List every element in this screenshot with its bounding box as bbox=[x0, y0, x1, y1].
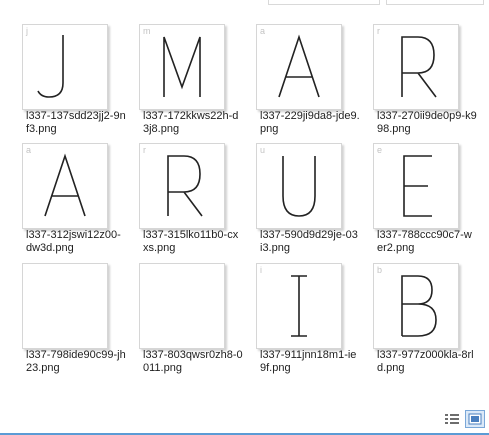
letter-glyph-image bbox=[291, 275, 307, 337]
file-item[interactable]: r l337-270ii9de0p9-k998.png bbox=[367, 22, 483, 140]
file-thumbnail[interactable]: r bbox=[139, 143, 225, 229]
file-thumbnail[interactable]: e bbox=[373, 143, 459, 229]
file-thumbnail[interactable]: r bbox=[373, 24, 459, 110]
file-item[interactable]: m l337-172kkws22h-d3j8.png bbox=[133, 22, 249, 140]
file-name-label: l337-270ii9de0p9-k998.png bbox=[377, 110, 477, 135]
file-name-label: l337-137sdd23jj2-9nf3.png bbox=[26, 110, 126, 135]
letter-glyph-image bbox=[167, 155, 203, 217]
file-item[interactable]: a l337-312jswi12z00-dw3d.png bbox=[16, 141, 132, 259]
file-thumbnail[interactable]: b bbox=[373, 263, 459, 349]
letter-glyph-image bbox=[37, 35, 64, 98]
file-thumbnail[interactable]: u bbox=[256, 143, 342, 229]
file-thumbnail[interactable]: m bbox=[139, 24, 225, 110]
file-item[interactable]: i l337-911jnn18m1-ie9f.png bbox=[250, 261, 366, 379]
file-name-label: l337-911jnn18m1-ie9f.png bbox=[260, 349, 357, 374]
file-item[interactable]: u l337-590d9d29je-03i3.png bbox=[250, 141, 366, 259]
letter-glyph-image bbox=[401, 36, 437, 98]
letter-glyph-image bbox=[403, 155, 432, 217]
file-item[interactable]: j l337-137sdd23jj2-9nf3.png bbox=[16, 22, 132, 140]
file-name-label: l337-977z000kla-8rld.png bbox=[377, 349, 474, 374]
file-thumbnail[interactable]: j bbox=[22, 24, 108, 110]
file-item[interactable]: l337-798ide90c99-jh23.png bbox=[16, 261, 132, 379]
file-grid: j l337-137sdd23jj2-9nf3.png m l337-172kkws2… bbox=[0, 0, 489, 400]
file-name-label: l337-229ji9da8-jde9.png bbox=[260, 110, 360, 135]
details-view-icon bbox=[445, 414, 459, 424]
letter-glyph-image bbox=[282, 156, 316, 217]
file-thumbnail[interactable]: a bbox=[256, 24, 342, 110]
file-name-label: l337-590d9d29je-03i3.png bbox=[260, 229, 358, 254]
file-item[interactable]: e l337-788ccc90c7-wer2.png bbox=[367, 141, 483, 259]
letter-glyph-image bbox=[278, 34, 320, 98]
file-name-label: l337-312jswi12z00-dw3d.png bbox=[26, 229, 121, 254]
file-name-label: l337-315lko11b0-cxxs.png bbox=[143, 229, 239, 254]
letter-glyph-image bbox=[401, 275, 437, 337]
details-view-button[interactable] bbox=[442, 410, 462, 428]
letter-glyph-image bbox=[163, 36, 201, 97]
letter-glyph-image bbox=[44, 153, 86, 217]
file-item[interactable]: b l337-977z000kla-8rld.png bbox=[367, 261, 483, 379]
file-thumbnail[interactable] bbox=[139, 263, 225, 349]
status-bar bbox=[0, 404, 489, 435]
file-item[interactable]: a l337-229ji9da8-jde9.png bbox=[250, 22, 366, 140]
file-name-label: l337-788ccc90c7-wer2.png bbox=[377, 229, 472, 254]
file-name-label: l337-798ide90c99-jh23.png bbox=[26, 349, 126, 374]
file-name-label: l337-172kkws22h-d3j8.png bbox=[143, 110, 239, 135]
large-icons-view-icon bbox=[468, 413, 482, 425]
file-name-label: l337-803qwsr0zh8-0011.png bbox=[143, 349, 243, 374]
file-thumbnail[interactable]: a bbox=[22, 143, 108, 229]
large-icons-view-button[interactable] bbox=[465, 410, 485, 428]
file-thumbnail[interactable] bbox=[22, 263, 108, 349]
file-item[interactable]: l337-803qwsr0zh8-0011.png bbox=[133, 261, 249, 379]
file-item[interactable]: r l337-315lko11b0-cxxs.png bbox=[133, 141, 249, 259]
file-thumbnail[interactable]: i bbox=[256, 263, 342, 349]
